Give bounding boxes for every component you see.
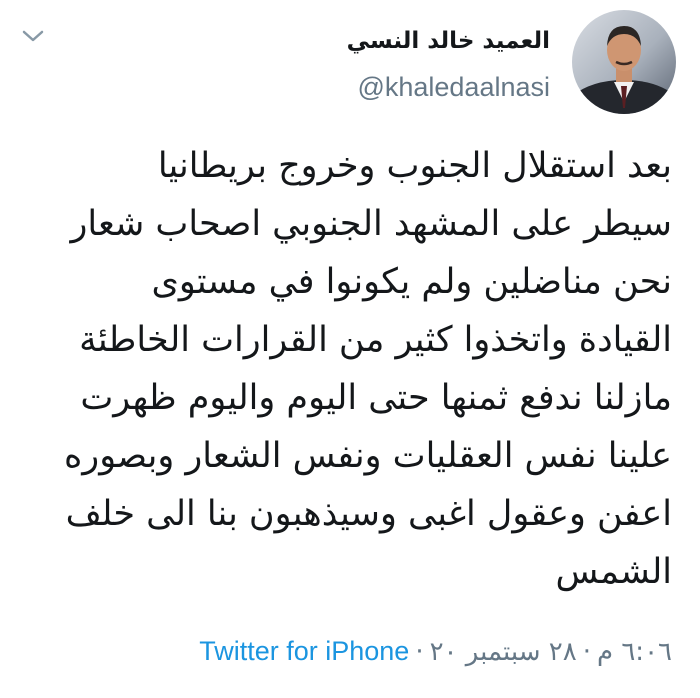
tweet-line: سيطر على المشهد الجنوبي اصحاب شعار — [70, 204, 673, 244]
tweet-source-link[interactable]: Twitter for iPhone — [199, 636, 409, 666]
tweet-meta: ٦:٠٦ م·٢٨ سبتمبر ٢٠·Twitter for iPhone — [199, 636, 672, 667]
avatar[interactable] — [572, 10, 676, 114]
tweet-date[interactable]: ٢٨ سبتمبر ٢٠ — [430, 637, 577, 667]
chevron-down-icon[interactable] — [20, 26, 46, 46]
tweet-line: القيادة واتخذوا كثير من القرارات الخاطئة — [79, 320, 672, 360]
meta-separator: · — [582, 637, 591, 667]
tweet-line: الشمس — [555, 552, 672, 592]
tweet-text: بعد استقلال الجنوب وخروج بريطانيا سيطر ع… — [22, 137, 672, 601]
tweet-line: نحن مناضلين ولم يكونوا في مستوى — [151, 262, 672, 302]
user-portrait-icon — [572, 10, 676, 114]
tweet-line: اعفن وعقول اغبى وسيذهبون بنا الى خلف — [65, 494, 672, 534]
tweet-line: بعد استقلال الجنوب وخروج بريطانيا — [157, 146, 672, 186]
display-name[interactable]: العميد خالد النسي — [347, 28, 550, 54]
user-handle[interactable]: @khaledaalnasi — [357, 72, 550, 103]
tweet-line: مازلنا ندفع ثمنها حتى اليوم واليوم ظهرت — [80, 378, 672, 418]
meta-separator: · — [415, 637, 424, 667]
tweet-time[interactable]: ٦:٠٦ م — [597, 637, 672, 667]
tweet-line: علينا نفس العقليات ونفس الشعار وبصوره — [63, 436, 672, 476]
